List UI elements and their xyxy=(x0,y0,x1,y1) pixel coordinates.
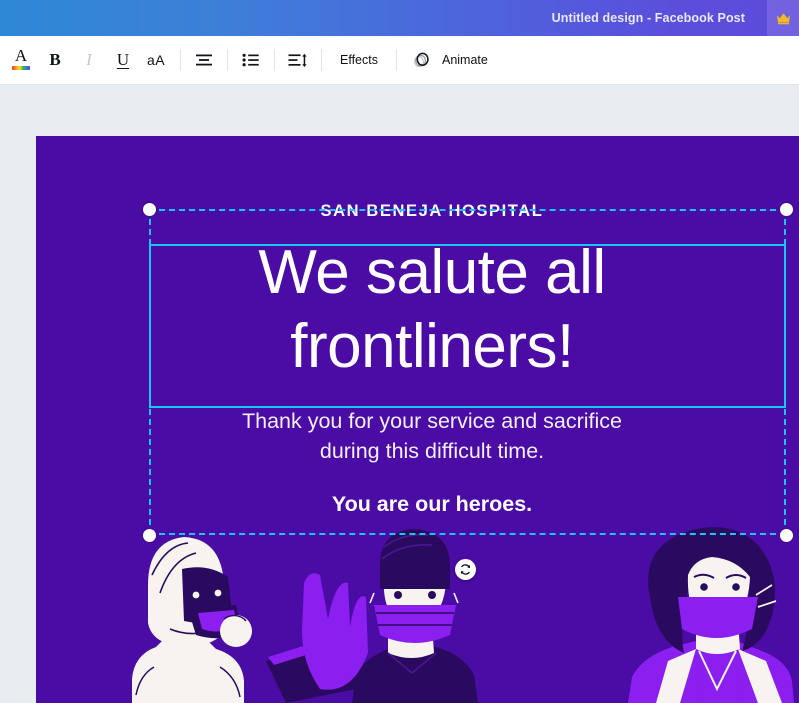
italic-icon: I xyxy=(86,50,92,69)
letter-case-icon: aA xyxy=(146,52,166,68)
app-header: Untitled design - Facebook Post xyxy=(0,0,799,36)
design-canvas[interactable]: SAN BENEJA HOSPITAL We salute all frontl… xyxy=(36,136,799,703)
animate-icon xyxy=(413,52,429,68)
letter-case-button[interactable]: aA xyxy=(140,42,172,78)
design-text-block[interactable]: SAN BENEJA HOSPITAL We salute all frontl… xyxy=(113,194,751,518)
toolbar-divider-5 xyxy=(395,49,397,71)
toolbar-divider-2 xyxy=(227,49,228,71)
bulleted-list-button[interactable] xyxy=(236,42,266,78)
color-swatch-bar xyxy=(12,66,30,70)
resize-handle-bottom-right[interactable] xyxy=(780,529,793,542)
align-button[interactable] xyxy=(189,42,219,78)
effects-label: Effects xyxy=(340,53,378,67)
animate-button[interactable]: Animate xyxy=(405,42,504,78)
design-headline[interactable]: We salute all frontliners! xyxy=(113,236,751,384)
effects-button[interactable]: Effects xyxy=(330,42,388,78)
resize-handle-bottom-left[interactable] xyxy=(143,529,156,542)
text-color-button[interactable]: A xyxy=(6,42,36,78)
design-body[interactable]: Thank you for your service and sacrifice… xyxy=(113,406,751,466)
nurse-figure xyxy=(628,527,794,703)
healthcare-workers-illustration[interactable] xyxy=(36,523,799,703)
bold-button[interactable]: B xyxy=(40,42,70,78)
toolbar-divider-1 xyxy=(180,49,181,71)
text-color-a-icon: A xyxy=(10,46,32,72)
text-toolbar: A B I U aA Effects Animate xyxy=(0,36,799,85)
editor-area[interactable]: SAN BENEJA HOSPITAL We salute all frontl… xyxy=(0,85,799,703)
rotate-icon xyxy=(460,564,471,575)
bold-icon: B xyxy=(49,50,61,69)
surgeon-figure xyxy=(302,529,478,703)
animate-label: Animate xyxy=(441,53,488,67)
resize-handle-top-right[interactable] xyxy=(780,203,793,216)
line-spacing-icon xyxy=(288,53,307,67)
underline-icon: U xyxy=(116,50,130,69)
bulleted-list-icon xyxy=(242,53,259,67)
align-center-icon xyxy=(196,54,212,66)
italic-button[interactable]: I xyxy=(74,42,104,78)
toolbar-divider-3 xyxy=(274,49,275,71)
rotate-handle[interactable] xyxy=(455,559,476,580)
text-color-letter: A xyxy=(14,46,28,65)
resize-handle-top-left[interactable] xyxy=(143,203,156,216)
design-eyebrow[interactable]: SAN BENEJA HOSPITAL xyxy=(113,194,751,222)
design-closing[interactable]: You are our heroes. xyxy=(113,490,751,518)
crown-icon xyxy=(776,12,790,24)
line-spacing-button[interactable] xyxy=(283,42,313,78)
pro-upgrade-button[interactable] xyxy=(767,0,799,36)
underline-button[interactable]: U xyxy=(108,42,138,78)
toolbar-divider-4 xyxy=(321,49,322,71)
document-title[interactable]: Untitled design - Facebook Post xyxy=(552,11,767,25)
